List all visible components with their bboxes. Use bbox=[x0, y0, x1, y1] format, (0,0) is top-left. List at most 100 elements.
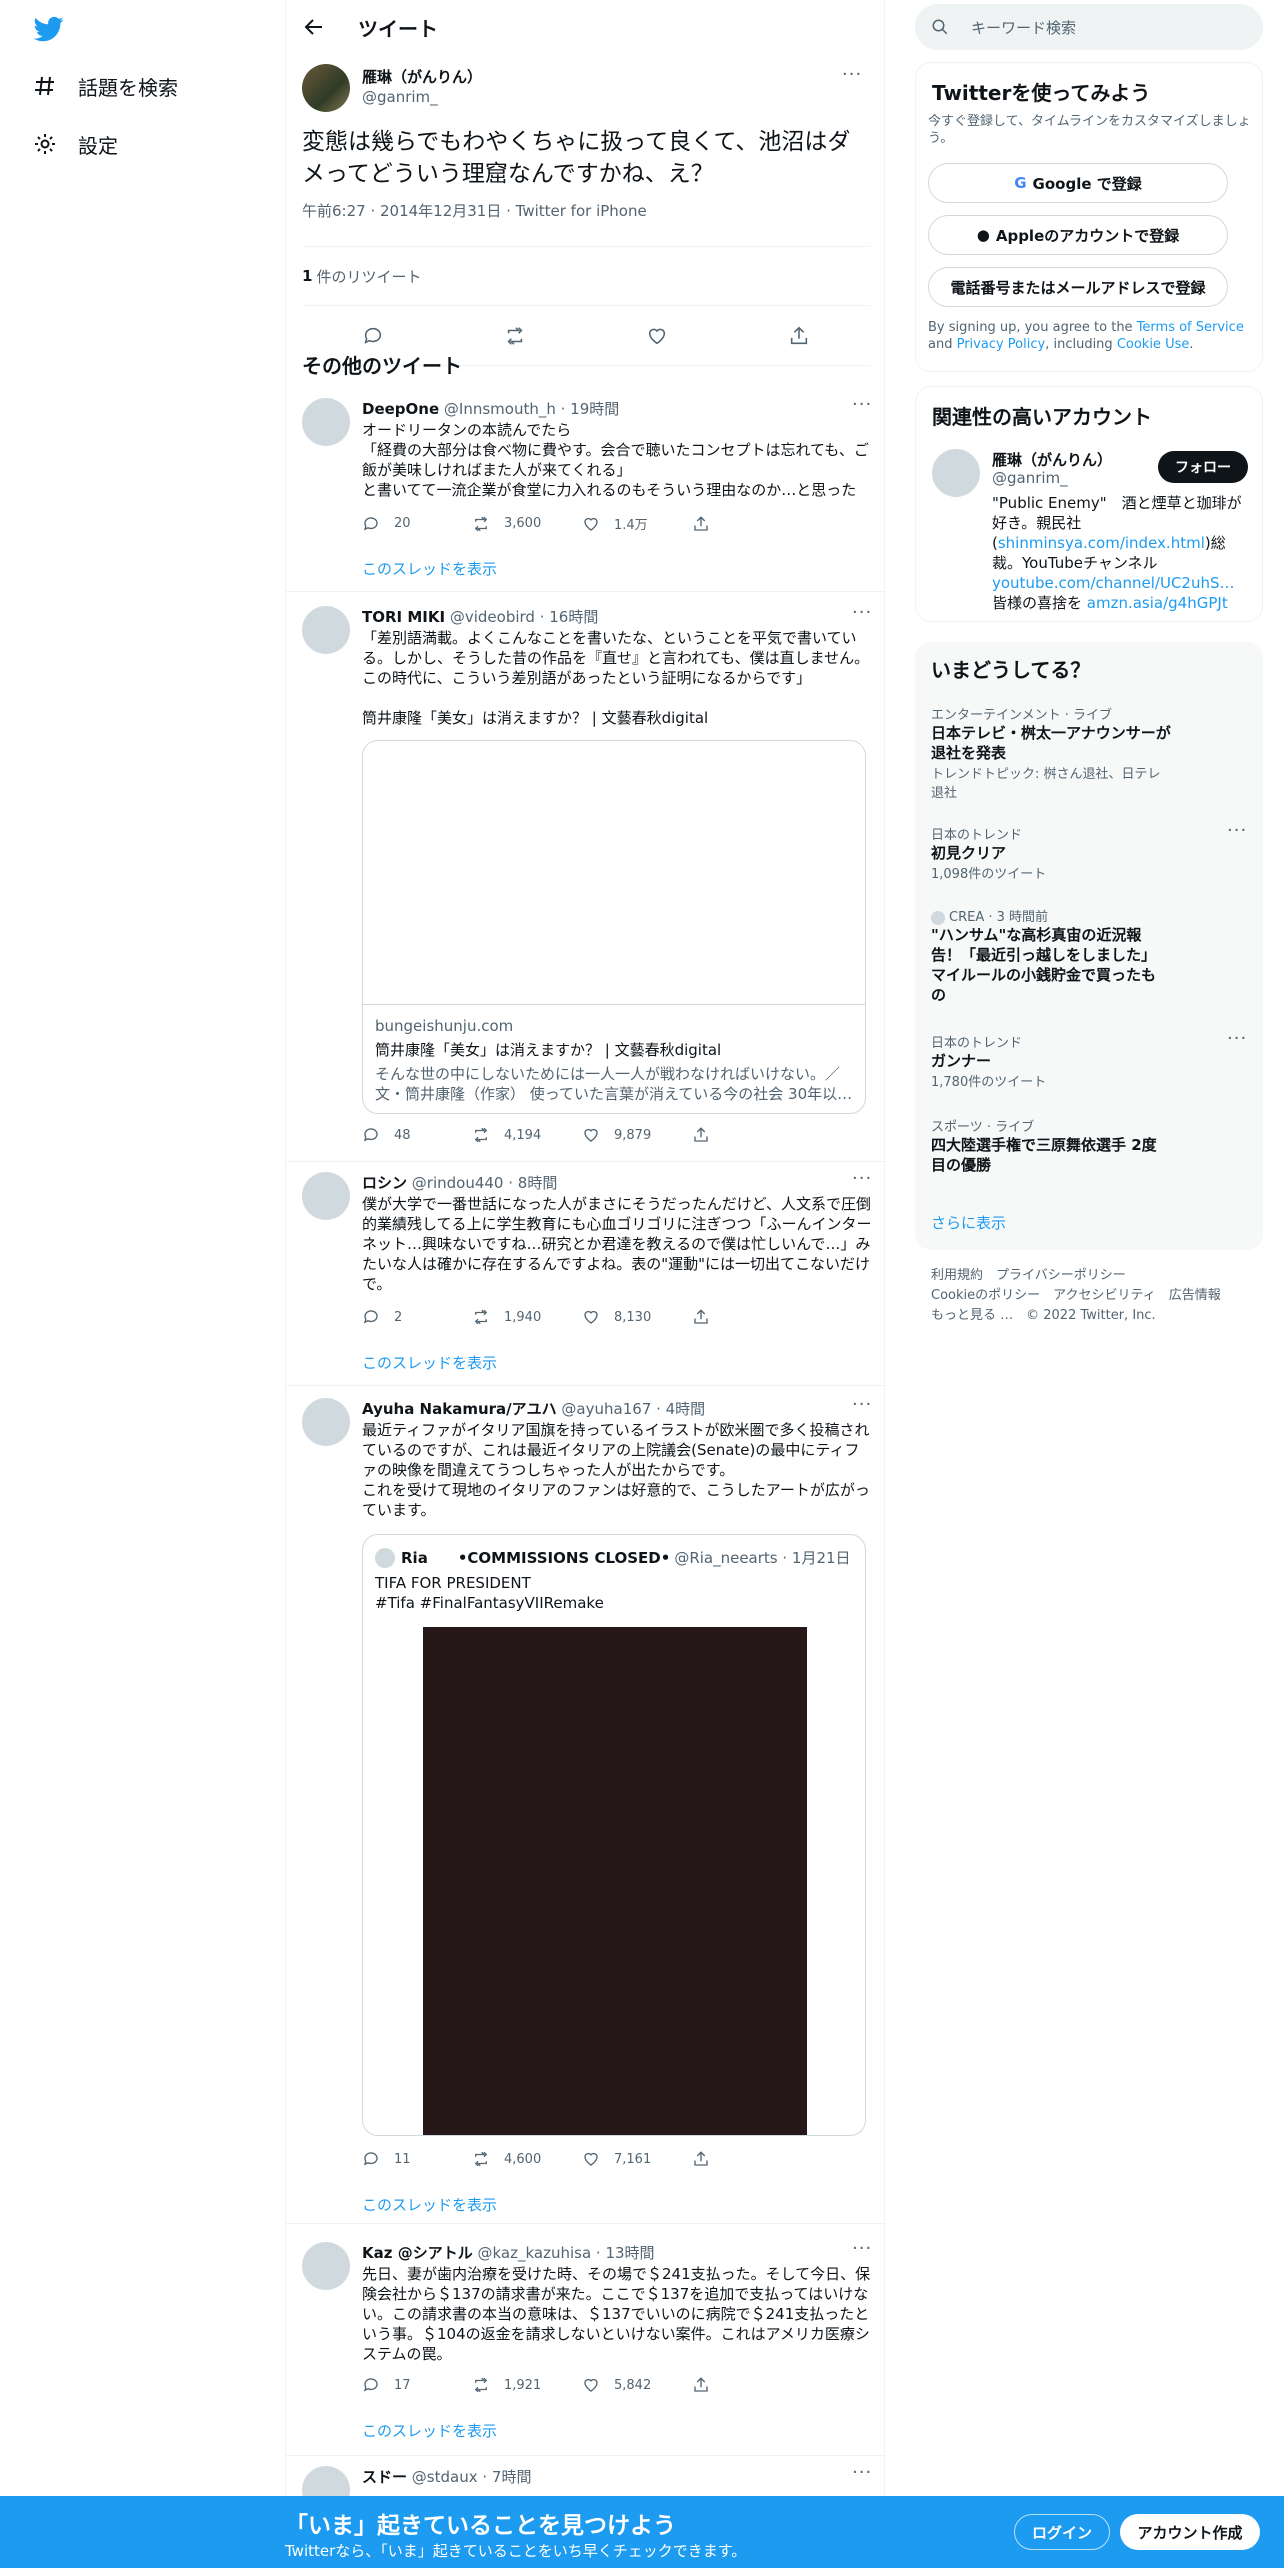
author-handle[interactable]: @videobird · 16時間 bbox=[450, 608, 598, 626]
list-item[interactable]: DeepOne @Innsmouth_h · 19時間 ··· オードリータンの… bbox=[286, 394, 886, 592]
share-button[interactable] bbox=[692, 1308, 802, 1326]
quote-tweet[interactable]: Ria •COMMISSIONS CLOSED• @Ria_neearts · … bbox=[362, 1534, 866, 2136]
login-button[interactable]: ログイン bbox=[1014, 2514, 1110, 2550]
quote-image[interactable] bbox=[423, 1627, 807, 2135]
back-arrow-icon[interactable] bbox=[302, 15, 326, 39]
retweet-icon bbox=[474, 1309, 488, 1325]
follow-button[interactable]: フォロー bbox=[1158, 451, 1248, 483]
avatar[interactable] bbox=[302, 1398, 350, 1446]
link-card[interactable]: bungeishunju.com 筒井康隆「美女」は消えますか？ | 文藝春秋d… bbox=[362, 740, 866, 1114]
show-more-link[interactable]: さらに表示 bbox=[931, 1212, 1006, 1233]
footer-links-1[interactable]: 利用規約 プライバシーポリシー bbox=[931, 1266, 1221, 1286]
bio-link[interactable]: amzn.asia/g4hGPJt bbox=[1087, 594, 1228, 612]
show-thread-link[interactable]: このスレッドを表示 bbox=[362, 2194, 497, 2215]
share-button[interactable] bbox=[692, 2150, 802, 2168]
list-item[interactable]: Kaz @シアトル @kaz_kazuhisa · 13時間 ··· 先日、妻が… bbox=[286, 2238, 886, 2456]
trend-item[interactable]: CREA · 3 時間前 "ハンサム"な高杉真宙の近況報告！「最近引っ越しをしま… bbox=[931, 906, 1251, 1005]
nav-settings[interactable]: 設定 bbox=[32, 126, 118, 162]
trend-title: "ハンサム"な高杉真宙の近況報告！「最近引っ越しをしました」マイルールの小銭貯金… bbox=[931, 926, 1157, 1004]
reply-button[interactable]: 17 bbox=[362, 2376, 472, 2394]
author-name[interactable]: スドー bbox=[362, 2468, 407, 2486]
reply-button[interactable]: 2 bbox=[362, 1308, 472, 1326]
like-button[interactable]: 9,879 bbox=[582, 1126, 692, 1144]
author-name[interactable]: 雁琳（がんりん） bbox=[362, 66, 482, 87]
author-name[interactable]: Kaz @シアトル bbox=[362, 2244, 473, 2262]
tweet-meta[interactable]: 午前6:27 · 2014年12月31日 · Twitter for iPhon… bbox=[302, 200, 647, 221]
trend-item[interactable]: 日本のトレンド ガンナー 1,780件のツイート ··· bbox=[931, 1028, 1251, 1090]
like-count: 8,130 bbox=[614, 1309, 652, 1325]
list-item[interactable]: ロシン @rindou440 · 8時間 ··· 僕が大学で一番世話になった人が… bbox=[286, 1168, 886, 1386]
author-name[interactable]: DeepOne bbox=[362, 400, 439, 418]
terms-link[interactable]: Terms of Service bbox=[1137, 320, 1244, 335]
reply-icon[interactable] bbox=[362, 325, 384, 347]
more-options-icon[interactable]: ··· bbox=[852, 1394, 876, 1415]
share-button[interactable] bbox=[692, 1126, 802, 1144]
twitter-logo-icon[interactable] bbox=[32, 14, 66, 44]
bio-link[interactable]: youtube.com/channel/UC2uhS… bbox=[992, 574, 1235, 592]
avatar[interactable] bbox=[302, 64, 350, 112]
footer-links-3[interactable]: もっと見る … © 2022 Twitter, Inc. bbox=[931, 1306, 1221, 1326]
reply-button[interactable]: 20 bbox=[362, 514, 472, 533]
phone-signup-button[interactable]: 電話番号またはメールアドレスで登録 bbox=[928, 267, 1228, 307]
reply-button[interactable]: 11 bbox=[362, 2150, 472, 2168]
avatar[interactable] bbox=[302, 1172, 350, 1220]
like-button[interactable]: 8,130 bbox=[582, 1308, 692, 1326]
trend-item[interactable]: エンターテインメント · ライブ 日本テレビ・桝太一アナウンサーが退社を発表 ト… bbox=[931, 704, 1251, 801]
list-item[interactable]: Ayuha Nakamura/アユハ @ayuha167 · 4時間 ··· 最… bbox=[286, 1394, 886, 2224]
retweet-button[interactable]: 3,600 bbox=[472, 514, 582, 533]
author-handle[interactable]: @ganrim_ bbox=[362, 88, 438, 106]
google-signup-button[interactable]: G Google で登録 bbox=[928, 163, 1228, 203]
like-button[interactable]: 7,161 bbox=[582, 2150, 692, 2168]
like-button[interactable]: 5,842 bbox=[582, 2376, 692, 2394]
show-thread-link[interactable]: このスレッドを表示 bbox=[362, 558, 497, 579]
list-item[interactable]: TORI MIKI @videobird · 16時間 ··· 「差別語満載。よ… bbox=[286, 602, 886, 1162]
more-options-icon[interactable]: ··· bbox=[852, 602, 876, 623]
retweet-button[interactable]: 4,600 bbox=[472, 2150, 582, 2168]
show-thread-link[interactable]: このスレッドを表示 bbox=[362, 1352, 497, 1373]
more-options-icon[interactable]: ··· bbox=[1227, 1028, 1251, 1049]
author-name[interactable]: Ayuha Nakamura/アユハ bbox=[362, 1400, 557, 1418]
tweet-stats[interactable]: 1 件のリツイート bbox=[302, 246, 870, 306]
retweet-button[interactable]: 1,921 bbox=[472, 2376, 582, 2394]
more-options-icon[interactable]: ··· bbox=[842, 64, 866, 85]
share-button[interactable] bbox=[692, 2376, 802, 2394]
more-options-icon[interactable]: ··· bbox=[852, 2462, 876, 2483]
retweet-icon[interactable] bbox=[504, 325, 526, 347]
author-name[interactable]: TORI MIKI bbox=[362, 608, 445, 626]
trend-item[interactable]: 日本のトレンド 初見クリア 1,098件のツイート ··· bbox=[931, 820, 1251, 882]
bio-link[interactable]: shinminsya.com/index.html bbox=[998, 534, 1205, 552]
like-icon[interactable] bbox=[646, 325, 668, 347]
retweet-button[interactable]: 1,940 bbox=[472, 1308, 582, 1326]
trend-item[interactable]: スポーツ · ライブ 四大陸選手権で三原舞依選手 2度目の優勝 bbox=[931, 1116, 1251, 1175]
apple-signup-button[interactable]: ● Appleのアカウントで登録 bbox=[928, 215, 1228, 255]
more-options-icon[interactable]: ··· bbox=[852, 1168, 876, 1189]
author-handle[interactable]: @stdaux · 7時間 bbox=[412, 2468, 532, 2486]
author-name[interactable]: ロシン bbox=[362, 1174, 407, 1192]
show-thread-link[interactable]: このスレッドを表示 bbox=[362, 2420, 497, 2441]
author-handle[interactable]: @ayuha167 · 4時間 bbox=[561, 1400, 705, 1418]
privacy-link[interactable]: Privacy Policy bbox=[957, 337, 1046, 352]
author-handle[interactable]: @rindou440 · 8時間 bbox=[412, 1174, 558, 1192]
reply-button[interactable]: 48 bbox=[362, 1126, 472, 1144]
author-handle[interactable]: @Innsmouth_h · 19時間 bbox=[444, 400, 619, 418]
share-icon[interactable] bbox=[788, 325, 810, 347]
signup-button[interactable]: アカウント作成 bbox=[1120, 2514, 1260, 2550]
terms-text: By signing up, you agree to the bbox=[928, 320, 1137, 335]
avatar[interactable] bbox=[932, 449, 980, 497]
avatar[interactable] bbox=[302, 606, 350, 654]
author-handle[interactable]: @kaz_kazuhisa · 13時間 bbox=[477, 2244, 654, 2262]
like-button[interactable]: 1.4万 bbox=[582, 514, 692, 533]
quote-author-name: Ria •COMMISSIONS CLOSED• bbox=[401, 1549, 671, 1567]
more-options-icon[interactable]: ··· bbox=[852, 2238, 876, 2259]
search-input[interactable]: キーワード検索 bbox=[915, 4, 1263, 50]
related-name[interactable]: 雁琳（がんりん） bbox=[992, 449, 1112, 470]
footer-links-2[interactable]: Cookieのポリシー アクセシビリティ 広告情報 bbox=[931, 1286, 1221, 1306]
avatar[interactable] bbox=[302, 2242, 350, 2290]
nav-explore[interactable]: 話題を検索 bbox=[32, 68, 178, 104]
share-button[interactable] bbox=[692, 514, 802, 533]
retweet-button[interactable]: 4,194 bbox=[472, 1126, 582, 1144]
more-options-icon[interactable]: ··· bbox=[1227, 820, 1251, 841]
more-options-icon[interactable]: ··· bbox=[852, 394, 876, 415]
avatar[interactable] bbox=[302, 398, 350, 446]
cookie-link[interactable]: Cookie Use bbox=[1117, 337, 1190, 352]
